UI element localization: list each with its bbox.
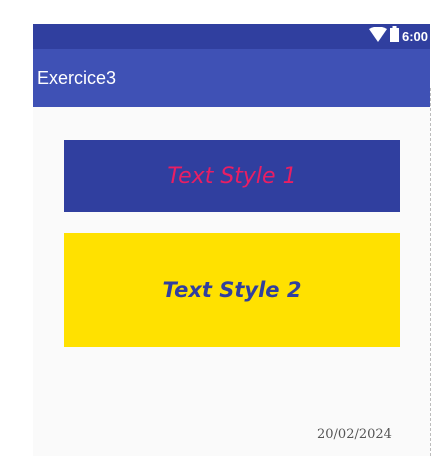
layout-guide-line (430, 88, 431, 456)
text-style-2-label: Text Style 2 (162, 278, 302, 302)
app-title: Exercice3 (37, 68, 117, 88)
wifi-icon (368, 26, 387, 47)
status-icons: 6:00 (368, 26, 428, 47)
battery-icon (389, 26, 399, 47)
status-bar: 6:00 (33, 24, 430, 49)
phone-screen: 6:00 Exercice3 Text Style 1 Text Style 2 (33, 24, 430, 456)
text-style-1-label: Text Style 1 (167, 163, 297, 189)
app-bar: Exercice3 (33, 49, 430, 107)
text-style-2-box: Text Style 2 (64, 233, 400, 347)
status-time: 6:00 (401, 29, 428, 44)
date-stamp: 20/02/2024 (317, 427, 392, 442)
text-style-1-box: Text Style 1 (64, 140, 400, 212)
